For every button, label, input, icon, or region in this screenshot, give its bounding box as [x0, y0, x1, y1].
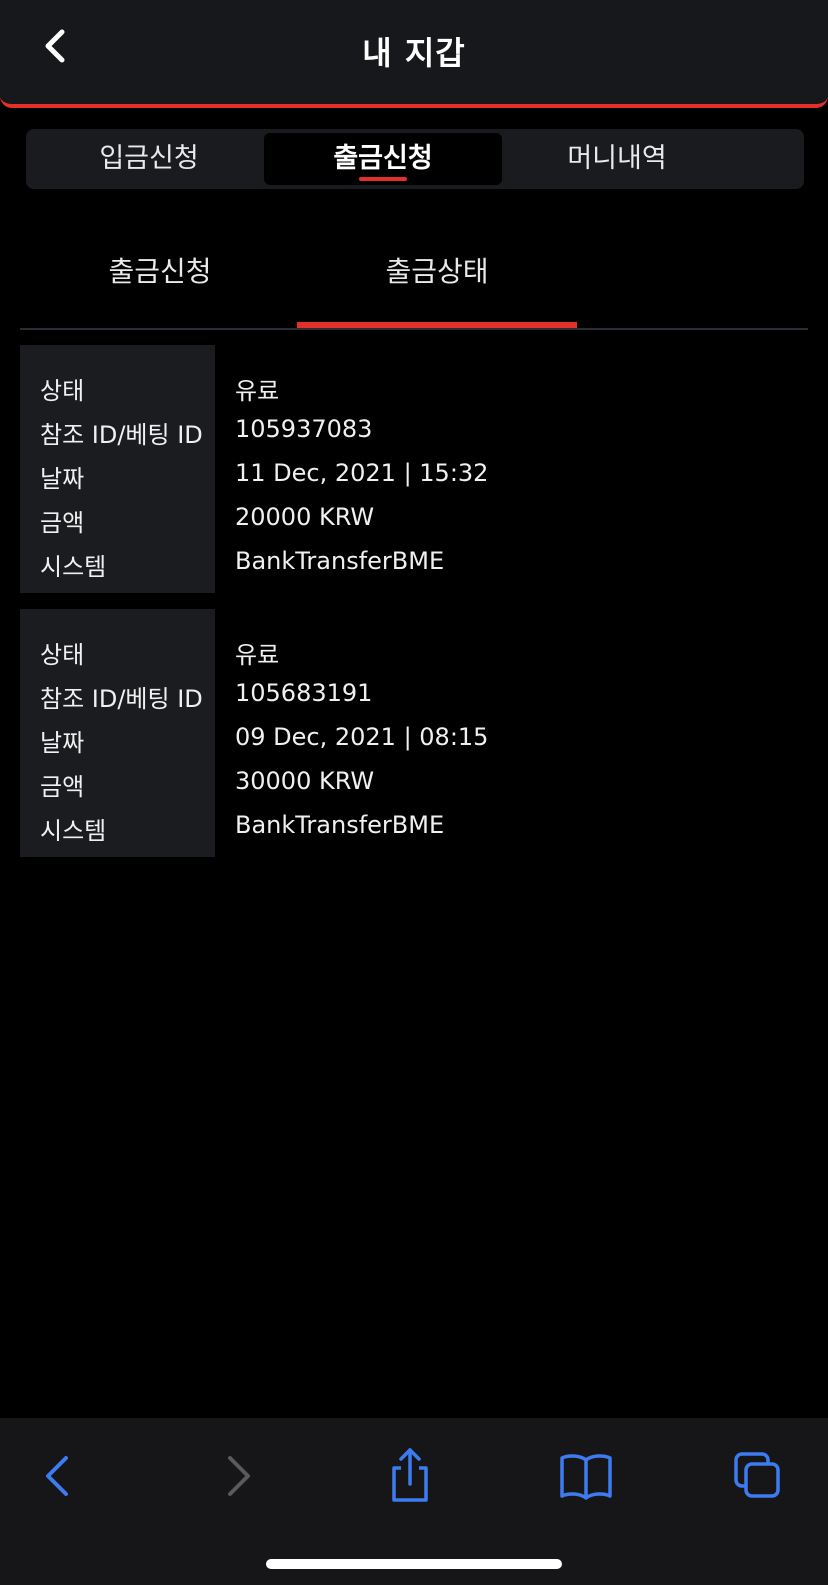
tabs-icon: [734, 1452, 780, 1498]
active-indicator: [359, 177, 407, 181]
browser-back-button[interactable]: [30, 1446, 90, 1506]
tab-label: 출금상태: [385, 255, 489, 288]
tab-withdraw-request[interactable]: 출금신청: [20, 250, 300, 330]
withdraw-record: 상태 유료 참조 ID/베팅 ID 105683191 날짜 09 Dec, 2…: [20, 609, 808, 857]
amount-label: 금액: [40, 773, 85, 801]
bookmarks-icon: [560, 1454, 612, 1500]
share-button[interactable]: [380, 1446, 440, 1506]
withdraw-subtabs: 출금신청 출금상태: [20, 220, 808, 330]
segment-deposit-request[interactable]: 입금신청: [30, 133, 268, 185]
page-title: 내 지갑: [362, 34, 466, 72]
date-value: 11 Dec, 2021 | 15:32: [235, 459, 489, 487]
ref-value: 105937083: [235, 415, 373, 443]
segment-label: 출금신청: [333, 143, 433, 174]
ref-label: 참조 ID/베팅 ID: [40, 421, 203, 449]
ref-label: 참조 ID/베팅 ID: [40, 685, 203, 713]
ref-value: 105683191: [235, 679, 373, 707]
system-value: BankTransferBME: [235, 547, 445, 575]
date-label: 날짜: [40, 465, 85, 493]
system-label: 시스템: [40, 553, 107, 581]
back-icon: [46, 1456, 68, 1496]
system-value: BankTransferBME: [235, 811, 445, 839]
segmented-control: 입금신청 출금신청 머니내역: [26, 129, 804, 189]
date-label: 날짜: [40, 729, 85, 757]
amount-value: 20000 KRW: [235, 503, 375, 531]
withdraw-record: 상태 유료 참조 ID/베팅 ID 105937083 날짜 11 Dec, 2…: [20, 345, 808, 593]
segment-money-history[interactable]: 머니내역: [498, 133, 736, 185]
system-label: 시스템: [40, 817, 107, 845]
forward-icon: [228, 1456, 250, 1496]
tab-withdraw-status[interactable]: 출금상태: [297, 250, 577, 330]
app-header: 내 지갑: [0, 0, 828, 108]
home-indicator: [266, 1559, 562, 1569]
status-value: 유료: [235, 377, 280, 405]
status-label: 상태: [40, 641, 85, 669]
status-value: 유료: [235, 641, 280, 669]
bookmarks-button[interactable]: [556, 1446, 616, 1506]
browser-toolbar: [0, 1418, 828, 1585]
tabs-button[interactable]: [730, 1446, 790, 1506]
segment-withdraw-request[interactable]: 출금신청: [264, 133, 502, 185]
amount-value: 30000 KRW: [235, 767, 375, 795]
amount-label: 금액: [40, 509, 85, 537]
date-value: 09 Dec, 2021 | 08:15: [235, 723, 489, 751]
tab-divider: [20, 328, 808, 330]
status-label: 상태: [40, 377, 85, 405]
browser-forward-button[interactable]: [206, 1446, 266, 1506]
tab-label: 출금신청: [108, 255, 212, 288]
share-icon: [392, 1448, 428, 1502]
